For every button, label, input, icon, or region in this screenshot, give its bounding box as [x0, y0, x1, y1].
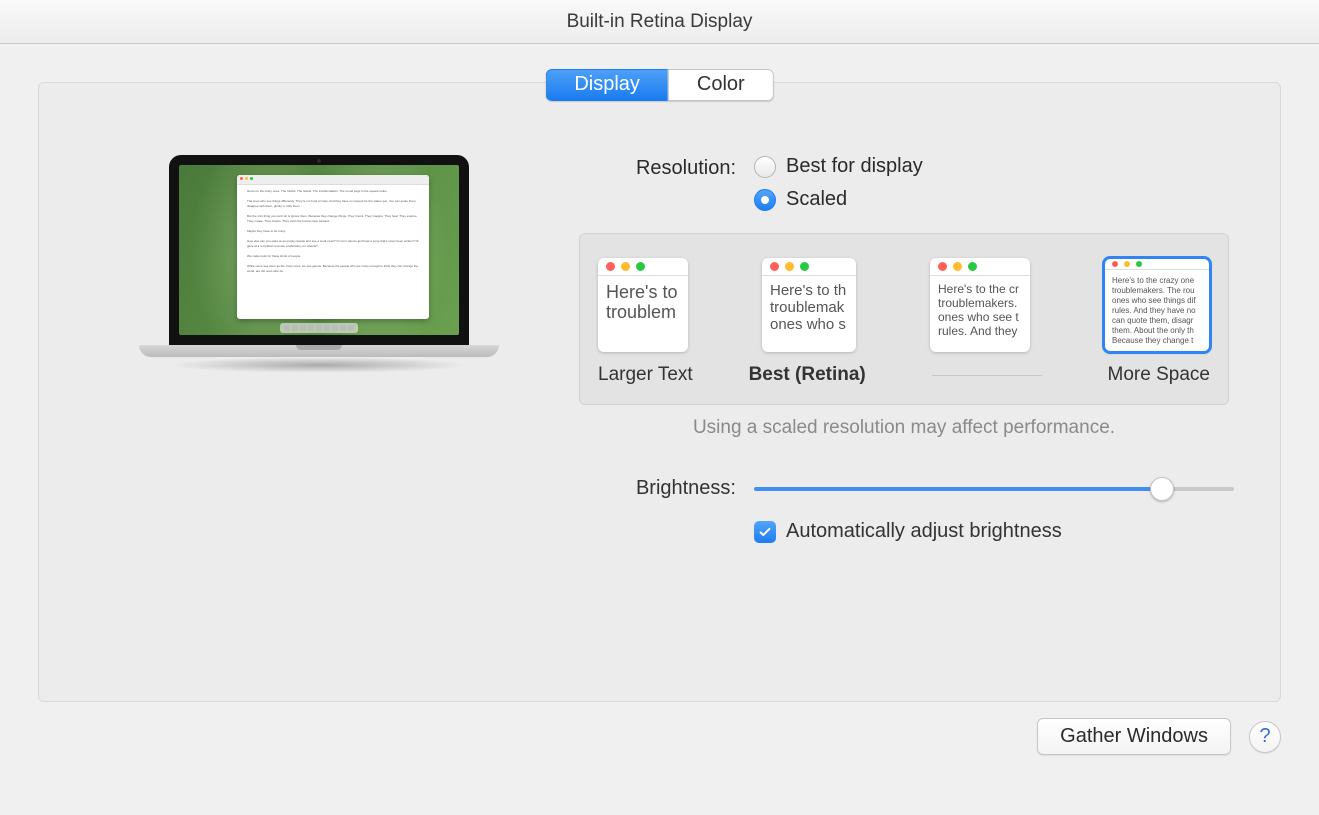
display-preview: Here's to the crazy ones. The misfits. T…: [169, 155, 469, 543]
radio-label: Scaled: [786, 188, 847, 211]
caption-best: Best (Retina): [749, 364, 866, 386]
caption-larger: Larger Text: [598, 364, 693, 386]
caption-spacer: [932, 375, 1042, 376]
brightness-label: Brightness:: [579, 477, 754, 500]
check-icon: [758, 525, 772, 539]
radio-scaled[interactable]: Scaled: [754, 188, 923, 211]
scale-option-larger[interactable]: Here's to troublem: [598, 258, 688, 352]
content-panel: Display Color Here's to the crazy ones. …: [38, 82, 1281, 702]
radio-indicator: [754, 189, 776, 211]
scale-option-more-1[interactable]: Here's to the cr troublemakers. ones who…: [930, 258, 1030, 352]
gather-windows-button[interactable]: Gather Windows: [1037, 718, 1231, 755]
radio-best-for-display[interactable]: Best for display: [754, 155, 923, 178]
caption-more: More Space: [1108, 364, 1210, 386]
tab-color[interactable]: Color: [668, 69, 774, 101]
help-button[interactable]: ?: [1249, 721, 1281, 753]
radio-label: Best for display: [786, 155, 923, 178]
brightness-slider[interactable]: [754, 487, 1234, 491]
window-title: Built-in Retina Display: [567, 11, 753, 33]
auto-brightness-checkbox[interactable]: [754, 521, 776, 543]
resolution-label: Resolution:: [579, 155, 754, 180]
radio-indicator: [754, 156, 776, 178]
auto-brightness-label: Automatically adjust brightness: [786, 520, 1062, 543]
tab-segmented-control: Display Color: [545, 69, 773, 101]
brightness-knob[interactable]: [1150, 477, 1174, 501]
window-titlebar: Built-in Retina Display: [0, 0, 1319, 44]
scale-option-best[interactable]: Here's to th troublemak ones who s: [762, 258, 856, 352]
scale-option-more-space[interactable]: Here's to the crazy one troublemakers. T…: [1104, 258, 1210, 352]
scaled-options-box: Here's to troublem Here's to th troublem…: [579, 233, 1229, 405]
tab-display[interactable]: Display: [545, 69, 668, 101]
scale-hint: Using a scaled resolution may affect per…: [579, 417, 1229, 439]
